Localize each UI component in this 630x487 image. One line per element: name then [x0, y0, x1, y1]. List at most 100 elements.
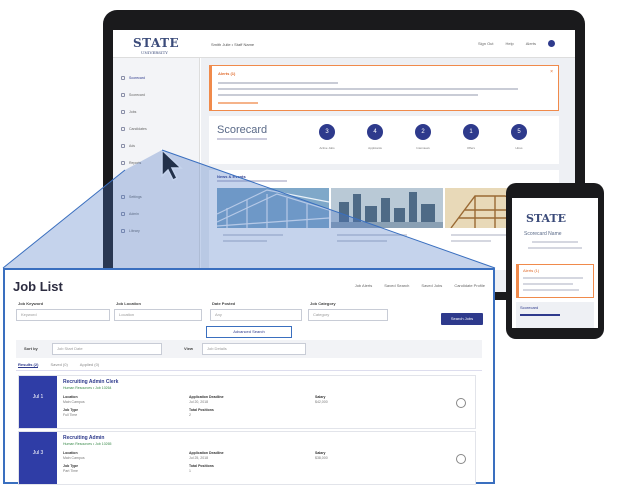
candidates-icon — [121, 126, 125, 131]
sidebar-item-admin[interactable]: Admin — [121, 209, 139, 218]
close-icon[interactable]: × — [550, 69, 553, 75]
phone-logo: STATE — [526, 212, 567, 225]
job-field-label: Location — [63, 395, 78, 399]
page-title: Job List — [13, 279, 63, 294]
alert-panel: Alerts (1) × — [209, 65, 559, 111]
filter-label-location: Job Location — [116, 301, 141, 306]
sidebar-item-library[interactable]: Library — [121, 226, 140, 235]
metric-circle[interactable]: 3 — [319, 124, 335, 140]
phone-scorecard-bar — [520, 314, 560, 316]
job-field-label: Job Type — [63, 408, 79, 412]
job-field-value: Main Campus — [63, 400, 85, 404]
results-tabs: Results (2) Saved (0) Applied (0) — [18, 362, 99, 368]
sidebar-item-settings[interactable]: Settings — [121, 192, 142, 201]
sidebar-item-ads[interactable]: Ads — [121, 141, 135, 150]
news-caption — [223, 240, 267, 242]
metric-label: Hires — [515, 146, 523, 150]
sidebar-item-candidates[interactable]: Candidates — [121, 124, 147, 133]
job-card[interactable]: Jul 3 Recruiting Admin Human Resources •… — [18, 431, 476, 485]
job-field-value: $38,000 — [315, 456, 328, 460]
nav-help[interactable]: Help — [506, 41, 514, 46]
job-field-value: Jul 25, 2018 — [189, 456, 209, 460]
news-image-city[interactable] — [331, 188, 443, 228]
keyword-input[interactable]: Keyword — [16, 309, 110, 321]
filter-label-category: Job Category — [310, 301, 336, 306]
library-icon — [121, 228, 125, 233]
user-icon[interactable] — [548, 40, 555, 47]
job-title[interactable]: Recruiting Admin Clerk — [63, 379, 118, 385]
job-card[interactable]: Jul 1 Recruiting Admin Clerk Human Resou… — [18, 375, 476, 429]
filter-label-keyword: Job Keyword — [18, 301, 44, 306]
location-input[interactable]: Location — [114, 309, 202, 321]
phone-scorecard: Scorecard — [516, 302, 594, 328]
link-saved-jobs[interactable]: Saved Jobs — [421, 283, 442, 288]
phone-alert-line — [523, 277, 583, 279]
job-subtitle: Human Resources • Job 10264 — [63, 386, 112, 390]
ads-icon — [121, 143, 125, 148]
alert-text-line — [218, 82, 338, 84]
metric-circle[interactable]: 4 — [367, 124, 383, 140]
job-field-value: 1 — [189, 469, 191, 473]
advanced-search-button[interactable]: Advanced Search — [206, 326, 292, 338]
job-subtitle: Human Resources • Job 10265 — [63, 442, 112, 446]
view-label: View — [184, 346, 194, 351]
sort-label: Sort by — [24, 346, 38, 351]
news-caption — [223, 234, 283, 236]
app-header: STATE UNIVERSITY Smith Julie • Staff Nam… — [113, 30, 575, 58]
job-field-label: Salary — [315, 395, 326, 399]
tab-saved[interactable]: Saved (0) — [50, 362, 67, 368]
job-field-value: Full Time — [63, 413, 78, 417]
news-image-structure[interactable] — [217, 188, 329, 228]
admin-icon — [121, 211, 125, 216]
phone-title: Scorecard Name — [524, 231, 562, 237]
gear-icon[interactable] — [456, 398, 466, 408]
tab-results[interactable]: Results (2) — [18, 362, 39, 368]
job-field-label: Application Deadline — [189, 395, 224, 399]
phone-text-line — [528, 247, 582, 249]
link-candidate-profile[interactable]: Candidate Profile — [454, 283, 485, 288]
alert-text-line — [218, 88, 518, 90]
link-saved-search[interactable]: Saved Search — [384, 283, 409, 288]
scorecard-subtitle — [217, 138, 267, 140]
scorecard-icon — [121, 75, 125, 80]
tab-divider — [16, 370, 482, 371]
job-field-label: Location — [63, 451, 78, 455]
sidebar-item-scorecard[interactable]: Scorecard — [121, 73, 145, 82]
sort-select[interactable]: Job Start Date — [52, 343, 162, 355]
job-field-label: Total Positions — [189, 464, 214, 468]
sort-view-row: Sort by Job Start Date View Job Details — [16, 340, 482, 358]
filter-label-date: Date Posted — [212, 301, 236, 306]
job-field-value: Part Time — [63, 469, 78, 473]
job-title[interactable]: Recruiting Admin — [63, 435, 104, 441]
date-input[interactable]: Any — [210, 309, 302, 321]
gear-icon[interactable] — [456, 454, 466, 464]
alert-link[interactable] — [218, 102, 258, 104]
dashboard-icon — [121, 92, 125, 97]
nav-sign-out[interactable]: Sign Out — [478, 41, 494, 46]
phone-device: STATE Scorecard Name Alerts (1) Scorecar… — [506, 183, 604, 339]
header-nav: Sign Out Help Alerts — [478, 40, 555, 47]
jobs-icon — [121, 109, 125, 114]
metric-label: Applicants — [368, 146, 382, 150]
nav-alerts[interactable]: Alerts — [526, 41, 536, 46]
metric-circle[interactable]: 5 — [511, 124, 527, 140]
tab-applied[interactable]: Applied (0) — [80, 362, 99, 368]
alert-text-line — [218, 94, 478, 96]
view-select[interactable]: Job Details — [202, 343, 306, 355]
news-caption — [337, 234, 407, 236]
metric-label: Active Jobs — [319, 146, 335, 150]
scorecard-title: Scorecard — [217, 124, 268, 136]
phone-text-line — [532, 241, 578, 243]
link-job-alerts[interactable]: Job Alerts — [355, 283, 373, 288]
job-field-value: Jul 20, 2018 — [189, 400, 209, 404]
metric-circle[interactable]: 2 — [415, 124, 431, 140]
sidebar-item-jobs[interactable]: Jobs — [121, 107, 136, 116]
job-field-label: Salary — [315, 451, 326, 455]
category-input[interactable]: Category — [308, 309, 388, 321]
sidebar-item-reports[interactable]: Reports — [121, 158, 141, 167]
sidebar-item-2[interactable]: Scorecard — [121, 90, 145, 99]
search-button[interactable]: Search Jobs — [441, 313, 483, 325]
job-date-badge: Jul 1 — [19, 376, 57, 428]
metric-label: Offers — [466, 146, 476, 150]
metric-circle[interactable]: 1 — [463, 124, 479, 140]
